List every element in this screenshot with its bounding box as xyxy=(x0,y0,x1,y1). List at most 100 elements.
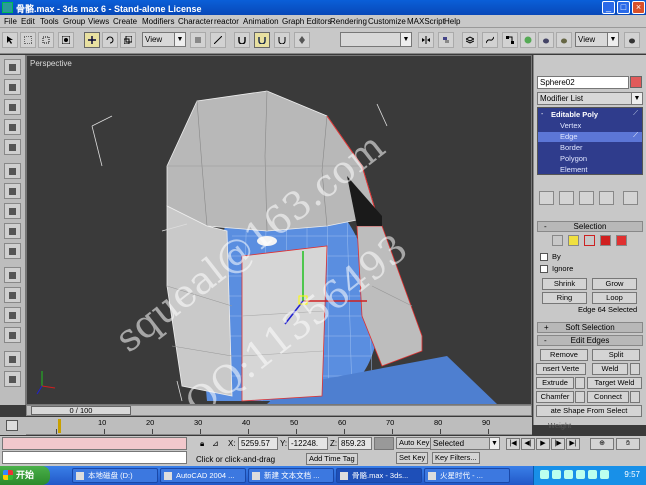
tool-button-10[interactable] xyxy=(4,243,21,259)
key-icon-field[interactable] xyxy=(374,437,394,450)
stack-item-edge[interactable]: Edge xyxy=(538,132,642,142)
task-3dsmax[interactable]: 骨骼.max - 3ds... xyxy=(336,468,422,483)
time-slider[interactable]: 0 / 100 xyxy=(26,405,532,416)
loop-button[interactable]: Loop xyxy=(592,292,637,304)
mini-curve-editor-icon[interactable] xyxy=(6,420,18,431)
tray-icon[interactable] xyxy=(552,470,561,479)
show-end-result-button[interactable] xyxy=(559,191,574,205)
rollout-edit-edges-title[interactable]: - Edit Edges xyxy=(537,335,643,346)
task-text-document[interactable]: 新建 文本文档 ... xyxy=(248,468,334,483)
target-weld-button[interactable]: Target Weld xyxy=(587,377,642,389)
window-crossing-button[interactable] xyxy=(58,32,74,48)
tool-button-14[interactable] xyxy=(4,327,21,343)
tool-button-13[interactable] xyxy=(4,307,21,323)
prev-frame-button[interactable]: ◀| xyxy=(521,438,535,450)
y-coord-field[interactable]: -12248. xyxy=(288,437,328,450)
angle-snap-button[interactable] xyxy=(254,32,270,48)
object-name-field[interactable]: Sphere02 xyxy=(537,76,629,89)
ring-button[interactable]: Ring xyxy=(542,292,587,304)
task-autocad[interactable]: AutoCAD 2004 ... xyxy=(160,468,246,483)
task-browser[interactable]: 火星时代 - ... xyxy=(424,468,510,483)
by-vertex-checkbox[interactable] xyxy=(540,253,548,261)
spinner-snap-button[interactable] xyxy=(294,32,310,48)
curve-editor-button[interactable] xyxy=(482,32,498,48)
render-scene-button[interactable] xyxy=(538,32,554,48)
x-coord-field[interactable]: 5259.57 xyxy=(238,437,278,450)
edge-mode-icon[interactable] xyxy=(568,235,579,246)
tool-button-3[interactable] xyxy=(4,99,21,115)
perspective-viewport[interactable]: Perspective squeal@163.com QQ:11356493 xyxy=(26,55,532,405)
menu-customize[interactable]: Customize xyxy=(368,17,406,26)
track-bar[interactable]: 10 20 30 40 50 60 70 80 90 xyxy=(26,417,532,435)
menu-views[interactable]: Views xyxy=(88,17,109,26)
collapse-minus-icon[interactable]: - xyxy=(541,111,543,118)
extrude-button[interactable]: Extrude xyxy=(536,377,574,389)
snap-toggle-button[interactable] xyxy=(234,32,250,48)
tool-button-4[interactable] xyxy=(4,119,21,135)
tray-icon[interactable] xyxy=(600,470,609,479)
auto-key-button[interactable]: Auto Key xyxy=(396,437,433,449)
tool-button-6[interactable] xyxy=(4,163,21,179)
remove-button[interactable]: Remove xyxy=(540,349,588,361)
z-coord-field[interactable]: 859.23 xyxy=(338,437,372,450)
percent-snap-button[interactable] xyxy=(274,32,290,48)
align-button[interactable] xyxy=(438,32,454,48)
close-button[interactable]: × xyxy=(632,1,645,14)
render-last-button[interactable] xyxy=(624,32,640,48)
maximize-button[interactable]: □ xyxy=(617,1,630,14)
insert-vertex-button[interactable]: nsert Verte xyxy=(536,363,586,375)
object-color-swatch[interactable] xyxy=(630,76,642,88)
tool-button-9[interactable] xyxy=(4,223,21,239)
tool-button-1[interactable] xyxy=(4,59,21,75)
tool-button-12[interactable] xyxy=(4,287,21,303)
lock-selection-icon[interactable]: 🔒︎ xyxy=(200,439,204,449)
menu-animation[interactable]: Animation xyxy=(243,17,279,26)
quick-render-button[interactable] xyxy=(556,32,572,48)
configure-sets-button[interactable] xyxy=(623,191,638,205)
menu-file[interactable]: File xyxy=(4,17,17,26)
element-mode-icon[interactable] xyxy=(616,235,627,246)
select-by-name-button[interactable] xyxy=(20,32,36,48)
task-local-disk[interactable]: 本地磁盘 (D:) xyxy=(72,468,158,483)
connect-settings-button[interactable] xyxy=(630,391,640,403)
ignore-backfacing-checkbox[interactable] xyxy=(540,265,548,273)
schematic-view-button[interactable] xyxy=(502,32,518,48)
stack-item-editable-poly[interactable]: Editable Poly xyxy=(538,110,642,120)
select-scale-button[interactable] xyxy=(120,32,136,48)
tray-icon[interactable] xyxy=(564,470,573,479)
vertex-mode-icon[interactable] xyxy=(552,235,563,246)
create-shape-button[interactable]: ate Shape From Select xyxy=(536,405,642,417)
rollout-selection-title[interactable]: - Selection xyxy=(537,221,643,232)
menu-rendering[interactable]: Rendering xyxy=(330,17,367,26)
menu-tools[interactable]: Tools xyxy=(40,17,59,26)
key-filters-button[interactable]: Key Filters... xyxy=(432,452,480,464)
absolute-mode-icon[interactable]: ⊿ xyxy=(212,439,219,448)
shrink-button[interactable]: Shrink xyxy=(542,278,587,290)
pivot-center-button[interactable] xyxy=(190,32,206,48)
material-editor-button[interactable] xyxy=(520,32,536,48)
menu-create[interactable]: Create xyxy=(113,17,137,26)
modifier-list-dropdown[interactable]: Modifier List ▼ xyxy=(537,92,643,105)
menu-modifiers[interactable]: Modifiers xyxy=(142,17,174,26)
menu-character[interactable]: Character xyxy=(178,17,213,26)
render-view-dropdown[interactable]: View ▼ xyxy=(575,32,619,47)
tool-button-15[interactable] xyxy=(4,351,21,367)
select-object-button[interactable] xyxy=(2,32,18,48)
pin-stack-button[interactable] xyxy=(539,191,554,205)
select-manipulate-button[interactable] xyxy=(210,32,226,48)
add-time-tag-button[interactable]: Add Time Tag xyxy=(306,453,358,465)
key-marker[interactable] xyxy=(58,419,61,433)
menu-group[interactable]: Group xyxy=(63,17,85,26)
menu-maxscript[interactable]: MAXScript xyxy=(407,17,445,26)
maxscript-output-mini[interactable] xyxy=(2,451,187,464)
connect-button[interactable]: Connect xyxy=(587,391,629,403)
goto-end-button[interactable]: ▶| xyxy=(566,438,580,450)
rect-region-button[interactable] xyxy=(38,32,54,48)
menu-graph-editors[interactable]: Graph Editors xyxy=(282,17,331,26)
start-button[interactable]: 开始 xyxy=(0,466,50,485)
volume-icon[interactable] xyxy=(576,470,585,479)
tool-button-5[interactable] xyxy=(4,139,21,155)
tool-button-2[interactable] xyxy=(4,79,21,95)
play-button[interactable]: ▶ xyxy=(536,438,550,450)
tray-icon[interactable] xyxy=(540,470,549,479)
